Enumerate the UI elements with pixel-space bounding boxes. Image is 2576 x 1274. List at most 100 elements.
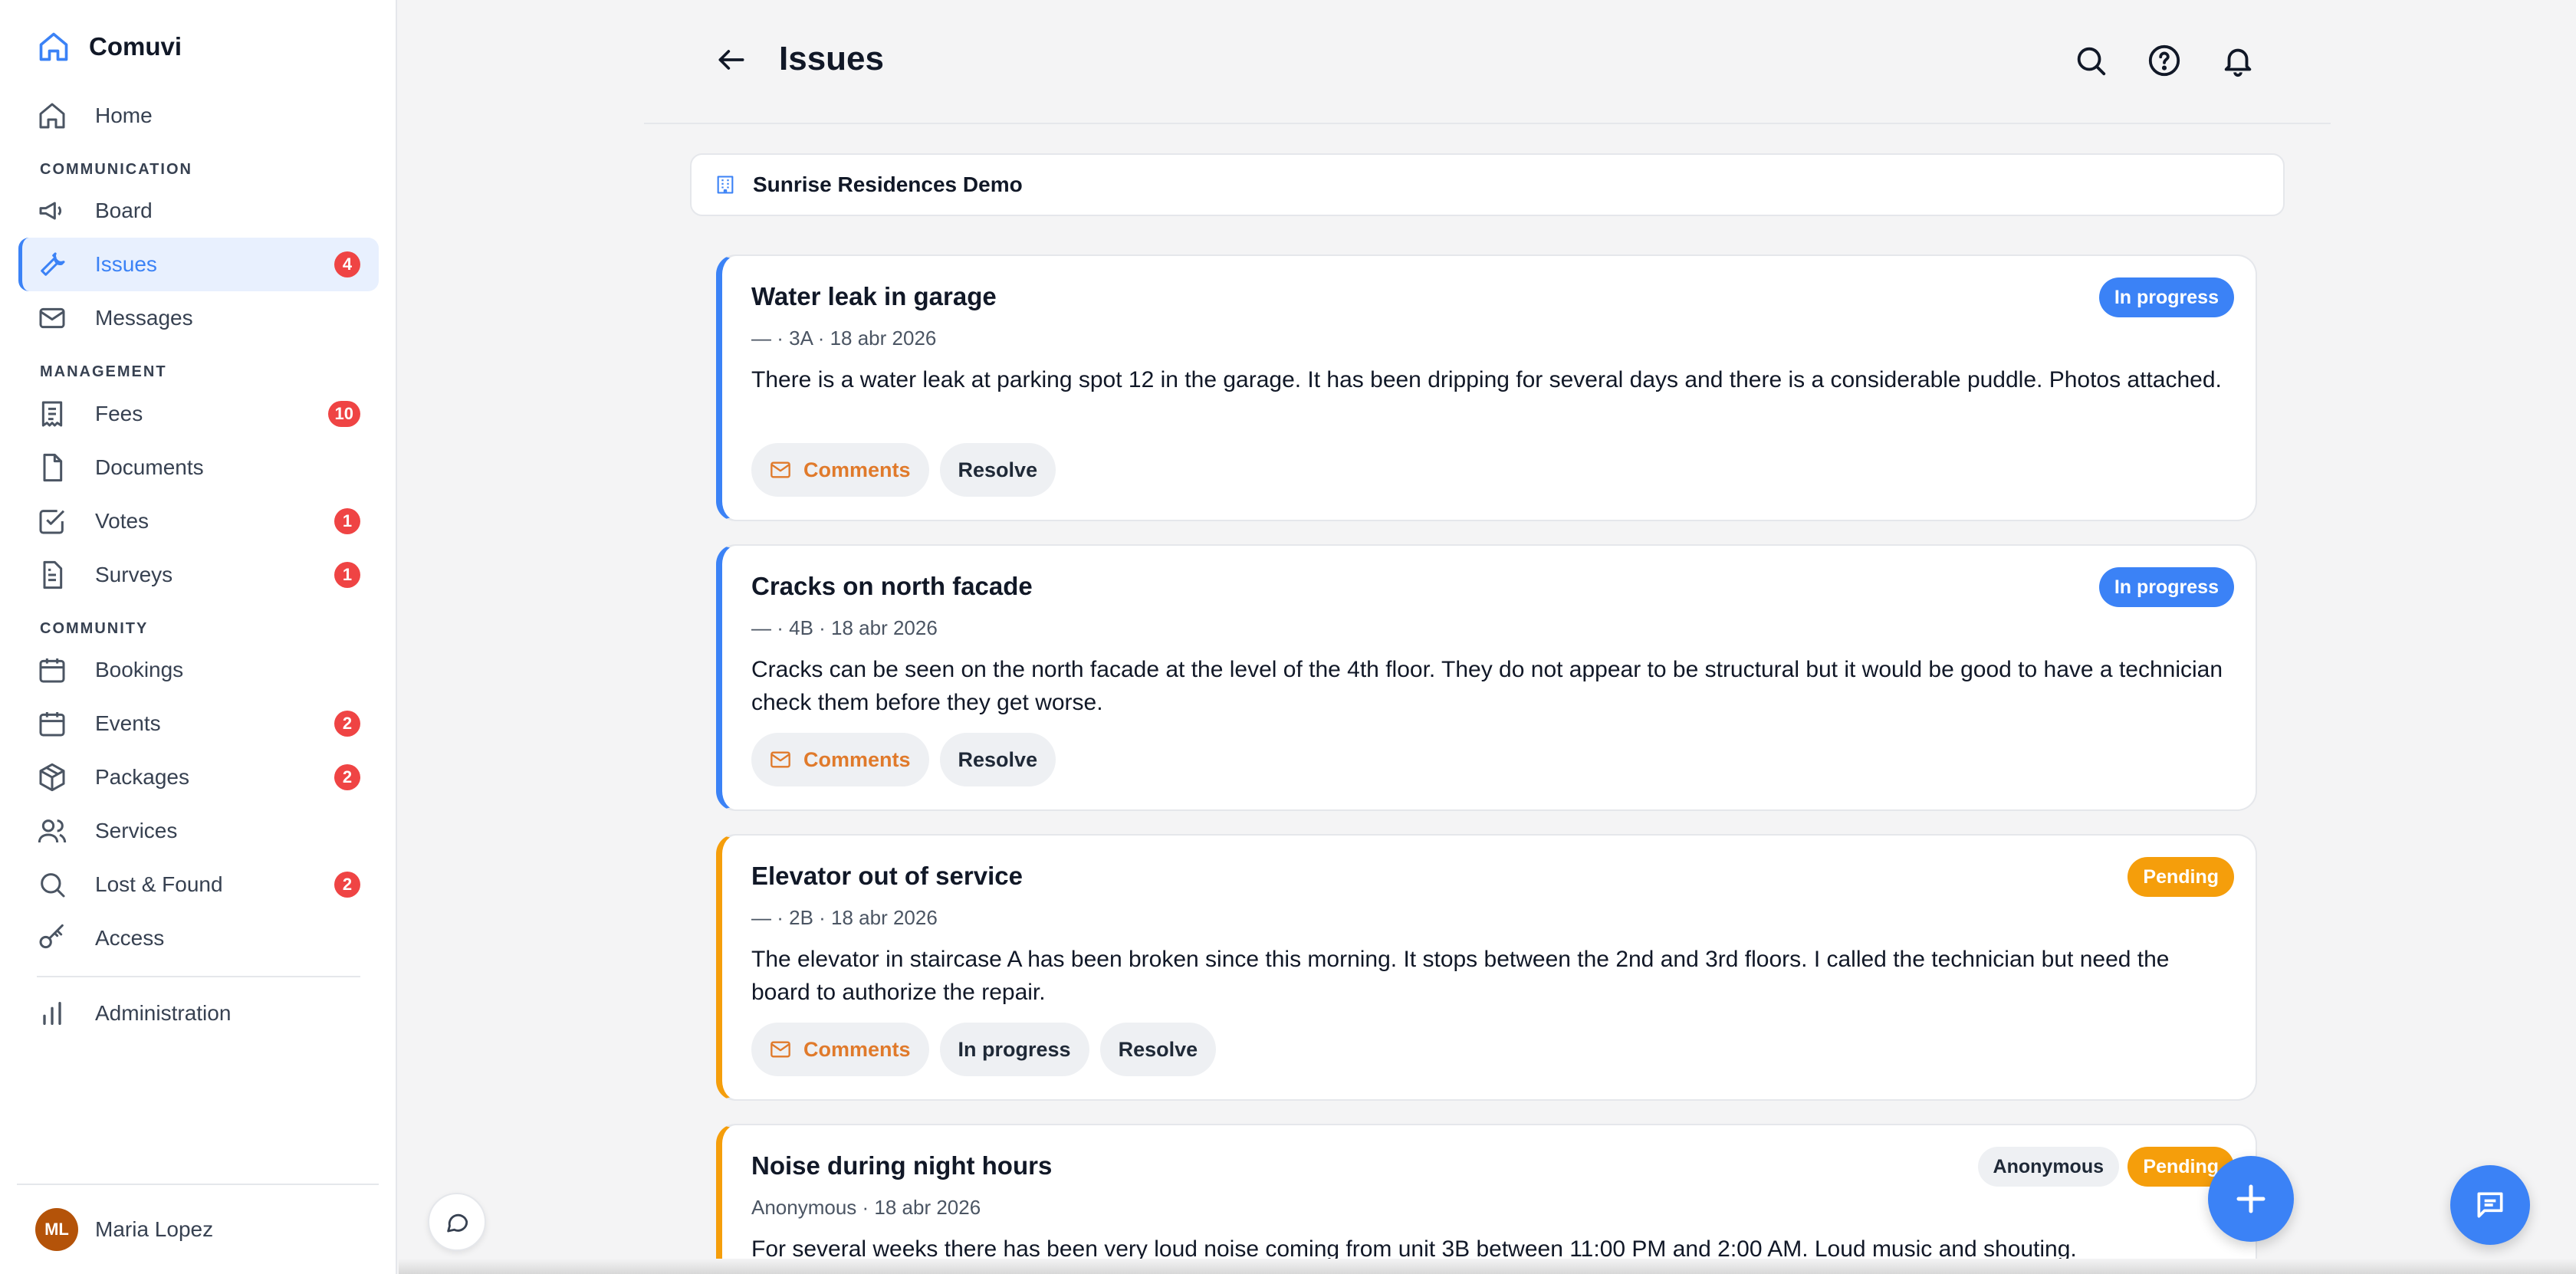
bell-icon[interactable]: [2220, 43, 2256, 78]
sidebar-item-events[interactable]: Events 2: [18, 697, 379, 750]
building-icon: [717, 176, 734, 194]
issue-actions: Comments Resolve: [751, 733, 1056, 786]
issue-title: Cracks on north facade: [751, 572, 1033, 600]
issue-actions: Comments Resolve: [751, 443, 1056, 497]
sidebar-item-issues[interactable]: Issues 4: [18, 238, 379, 291]
plus-icon: [2236, 1184, 2266, 1213]
sidebar-item-documents[interactable]: Documents: [18, 441, 379, 494]
sidebar-item-home[interactable]: Home: [18, 89, 379, 143]
in-progress-button[interactable]: In progress: [939, 1023, 1089, 1076]
mail-icon: [770, 461, 790, 478]
sidebar-item-label: Issues: [95, 252, 157, 276]
mail-icon: [770, 1041, 790, 1058]
sidebar-item-bookings[interactable]: Bookings: [18, 643, 379, 697]
sidebar-item-label: Events: [95, 711, 161, 735]
issue-description: Cracks can be seen on the north facade a…: [751, 657, 2223, 715]
community-selector[interactable]: Sunrise Residences Demo: [690, 153, 2285, 216]
message-square-icon: [2477, 1192, 2503, 1218]
issue-meta: — · 3A · 18 abr 2026: [751, 327, 937, 350]
issue-card[interactable]: Elevator out of service Pending — · 2B ·…: [716, 834, 2257, 1101]
sidebar-item-messages[interactable]: Messages: [18, 291, 379, 345]
sidebar-item-label: Home: [95, 103, 153, 127]
resolve-button[interactable]: Resolve: [939, 733, 1056, 786]
calendar-icon: [39, 658, 65, 683]
sidebar-item-label: Services: [95, 819, 178, 842]
divider: [37, 976, 360, 977]
issue-card[interactable]: Water leak in garage In progress — · 3A …: [716, 254, 2257, 521]
sidebar-item-label: Bookings: [95, 658, 184, 681]
sidebar-item-label: Administration: [95, 1001, 232, 1025]
mail-icon: [39, 307, 65, 329]
sidebar-item-label: Board: [95, 199, 153, 222]
receipt-icon: [41, 401, 63, 427]
community-name: Sunrise Residences Demo: [753, 172, 1023, 196]
help-icon[interactable]: [2147, 43, 2182, 78]
package-icon: [39, 763, 65, 792]
brand[interactable]: Comuvi: [37, 29, 182, 64]
sidebar-item-label: Votes: [95, 509, 150, 533]
count-badge: 2: [334, 872, 360, 898]
app-name: Comuvi: [89, 32, 182, 61]
comments-button[interactable]: Comments: [751, 733, 929, 786]
user-profile[interactable]: ML Maria Lopez: [35, 1208, 213, 1251]
document-icon: [43, 453, 63, 482]
comments-button[interactable]: Comments: [751, 443, 929, 497]
sidebar-item-lost-found[interactable]: Lost & Found 2: [18, 858, 379, 911]
divider: [17, 1184, 379, 1185]
sidebar: Comuvi Home COMMUNICATION Board Issues 4…: [0, 0, 397, 1274]
section-management: MANAGEMENT: [40, 363, 167, 380]
count-badge: 1: [334, 562, 360, 588]
issue-meta: — · 2B · 18 abr 2026: [751, 906, 938, 929]
count-badge: 2: [334, 711, 360, 737]
issue-description: The elevator in staircase A has been bro…: [751, 947, 2170, 1005]
home-icon: [39, 103, 65, 129]
bar-chart-icon: [43, 1002, 61, 1025]
page-title: Issues: [779, 40, 884, 77]
home-logo-icon: [39, 32, 68, 61]
sidebar-item-label: Fees: [95, 402, 143, 425]
issue-title: Noise during night hours: [751, 1151, 1053, 1180]
add-issue-button[interactable]: [2208, 1156, 2294, 1242]
search-icon[interactable]: [2073, 43, 2108, 78]
arrow-left-icon[interactable]: [715, 43, 748, 77]
sidebar-item-label: Documents: [95, 455, 204, 479]
count-badge: 10: [327, 401, 360, 427]
sidebar-item-administration[interactable]: Administration: [18, 987, 379, 1040]
sidebar-item-packages[interactable]: Packages 2: [18, 750, 379, 804]
sidebar-item-board[interactable]: Board: [18, 184, 379, 238]
sidebar-item-access[interactable]: Access: [18, 911, 379, 965]
sidebar-item-fees[interactable]: Fees 10: [18, 387, 379, 441]
chat-button[interactable]: [2450, 1165, 2530, 1245]
section-communication: COMMUNICATION: [40, 161, 192, 178]
sidebar-item-services[interactable]: Services: [18, 804, 379, 858]
comments-label: Comments: [803, 747, 911, 771]
sidebar-item-label: Surveys: [95, 563, 173, 586]
feedback-button[interactable]: [428, 1193, 486, 1251]
sidebar-item-votes[interactable]: Votes 1: [18, 494, 379, 548]
count-badge: 4: [334, 251, 360, 277]
issue-card[interactable]: Noise during night hours Anonymous Pendi…: [716, 1124, 2257, 1274]
anonymous-tag: Anonymous: [1977, 1147, 2119, 1187]
issue-title: Water leak in garage: [751, 282, 997, 310]
bottom-shadow: [399, 1259, 2576, 1274]
sidebar-item-surveys[interactable]: Surveys 1: [18, 548, 379, 602]
status-badge: In progress: [2098, 567, 2234, 607]
issue-actions: Comments In progress Resolve: [751, 1023, 1217, 1076]
user-name: Maria Lopez: [95, 1217, 214, 1241]
issue-meta: Anonymous · 18 abr 2026: [751, 1196, 981, 1219]
key-icon: [39, 924, 64, 949]
sidebar-item-label: Access: [95, 926, 165, 950]
mail-icon: [770, 751, 790, 768]
wrench-icon: [41, 252, 65, 276]
clipboard-icon: [43, 560, 63, 589]
comments-button[interactable]: Comments: [751, 1023, 929, 1076]
issue-card[interactable]: Cracks on north facade In progress — · 4…: [716, 544, 2257, 811]
sidebar-item-label: Lost & Found: [95, 872, 223, 896]
comments-label: Comments: [803, 458, 911, 481]
count-badge: 2: [334, 764, 360, 790]
status-badge: In progress: [2098, 277, 2234, 317]
comments-label: Comments: [803, 1037, 911, 1061]
sidebar-item-label: Messages: [95, 306, 193, 330]
resolve-button[interactable]: Resolve: [939, 443, 1056, 497]
resolve-button[interactable]: Resolve: [1099, 1023, 1217, 1076]
